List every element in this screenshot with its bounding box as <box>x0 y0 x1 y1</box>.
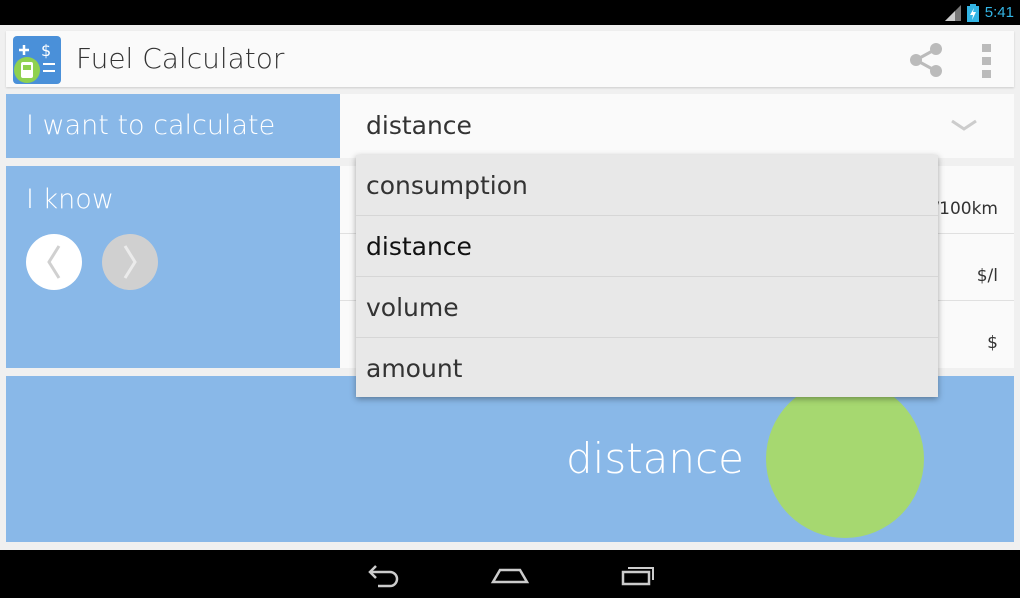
recent-apps-icon[interactable] <box>620 560 656 588</box>
home-icon[interactable] <box>490 560 530 588</box>
calculate-selected-value: distance <box>366 111 472 140</box>
next-button[interactable] <box>102 234 158 290</box>
result-panel: distance <box>6 376 1014 542</box>
signal-icon <box>944 4 961 21</box>
dropdown-option-distance[interactable]: distance <box>356 216 938 277</box>
calculate-spinner[interactable]: distance <box>340 94 1014 158</box>
battery-charging-icon <box>966 3 979 22</box>
status-bar: 5:41 <box>0 0 1020 25</box>
chevron-right-icon <box>123 245 137 279</box>
result-label: distance <box>566 434 744 483</box>
fuel-calculator-app-icon[interactable]: $ <box>11 34 63 86</box>
calculate-label-panel: I want to calculate <box>6 94 340 158</box>
clock: 5:41 <box>984 4 1014 21</box>
dropdown-option-volume[interactable]: volume <box>356 277 938 338</box>
status-right: 5:41 <box>944 0 1014 25</box>
overflow-menu-icon[interactable] <box>978 40 996 80</box>
app-title: Fuel Calculator <box>76 42 285 75</box>
chevron-left-icon <box>47 245 61 279</box>
consumption-unit: l/100km <box>928 199 998 219</box>
calculate-dropdown: consumption distance volume amount <box>356 155 938 397</box>
dropdown-option-consumption[interactable]: consumption <box>356 155 938 216</box>
know-panel: I know <box>6 166 340 368</box>
amount-unit: $ <box>987 333 998 353</box>
calculate-button[interactable] <box>766 380 924 538</box>
price-unit: $/l <box>976 266 998 286</box>
previous-button[interactable] <box>26 234 82 290</box>
navigation-bar <box>0 550 1020 598</box>
share-icon[interactable] <box>906 40 946 80</box>
dropdown-option-amount[interactable]: amount <box>356 338 938 398</box>
calculate-label: I want to calculate <box>26 110 276 141</box>
chevron-down-icon <box>951 119 977 131</box>
know-label: I know <box>26 184 114 215</box>
action-bar: $ Fuel Calculator <box>6 31 1014 87</box>
back-icon[interactable] <box>364 560 402 588</box>
svg-text:$: $ <box>41 41 51 60</box>
